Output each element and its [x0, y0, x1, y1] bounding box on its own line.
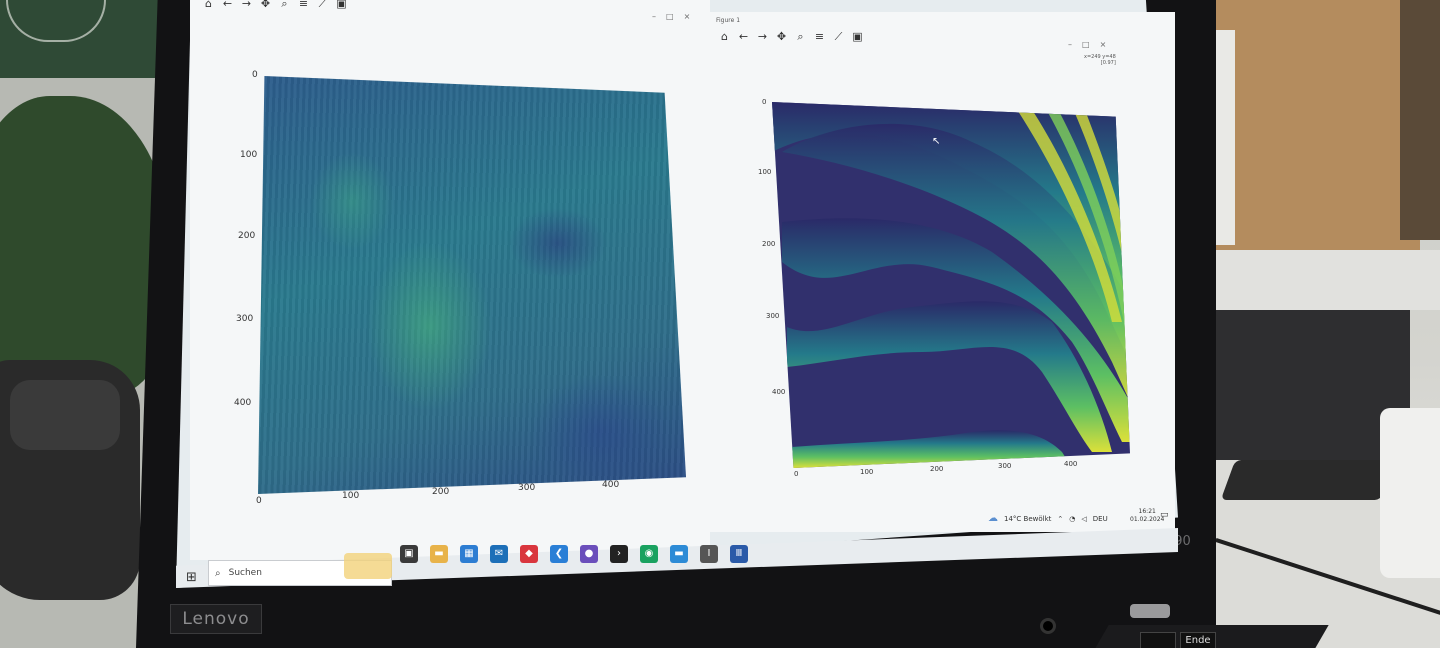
notification-icon[interactable]: ▭ — [1160, 510, 1169, 520]
save-icon[interactable]: ▣ — [851, 30, 864, 43]
edit-axes-icon[interactable]: ⟋ — [316, 0, 329, 10]
taskbar-apps: ▣ ▬ ▦ ✉ ◆ ❮ ● › ◉ ▬ I Ⅲ — [400, 545, 748, 563]
weather-label[interactable]: 14°C Bewölkt — [1004, 515, 1051, 523]
keyboard-key — [1140, 632, 1176, 648]
save-icon[interactable]: ▣ — [335, 0, 348, 10]
strap-buckle — [10, 380, 120, 450]
folder-icon[interactable]: ▬ — [670, 545, 688, 563]
search-label: Suchen — [228, 568, 262, 578]
left-toolbar: ⌂ ← → ✥ ⌕ ≡ ⟋ ▣ — [202, 0, 348, 10]
weather-icon: ☁ — [988, 513, 998, 524]
forward-arrow-icon[interactable]: → — [240, 0, 253, 10]
figure-window-icon[interactable]: Ⅲ — [730, 545, 748, 563]
chalkboard — [0, 0, 170, 78]
pan-icon[interactable]: ✥ — [259, 0, 272, 10]
file-explorer-icon[interactable]: ▬ — [430, 545, 448, 563]
language-indicator[interactable]: DEU — [1093, 515, 1108, 523]
system-tray: ☁ 14°C Bewölkt ⌃ ◔ ◁ DEU — [988, 513, 1108, 524]
laptop-hinge — [1130, 604, 1170, 618]
app-red-icon[interactable]: ◆ — [520, 545, 538, 563]
y-tick-label: 100 — [758, 168, 772, 176]
cursor-coordinate-readout: x=249 y=48 [0.97] — [1084, 54, 1116, 66]
y-tick-label: 300 — [236, 314, 254, 324]
task-view-icon[interactable]: ▣ — [400, 545, 418, 563]
store-icon[interactable]: ▦ — [460, 545, 478, 563]
y-tick-label: 200 — [238, 231, 256, 241]
python-window-icon[interactable]: I — [700, 545, 718, 563]
laptop-brand-logo: Lenovo — [170, 604, 262, 634]
y-tick-label: 100 — [240, 150, 258, 160]
home-icon[interactable]: ⌂ — [718, 30, 731, 43]
github-icon[interactable]: ● — [580, 545, 598, 563]
forward-arrow-icon[interactable]: → — [756, 30, 769, 43]
volume-icon[interactable]: ◁ — [1081, 515, 1086, 523]
y-tick-label: 0 — [252, 70, 258, 80]
x-tick-label: 300 — [998, 462, 1012, 470]
search-highlight-image — [344, 553, 392, 579]
minimize-button[interactable]: – — [1068, 40, 1072, 49]
windows-start-icon[interactable]: ⊞ — [186, 570, 197, 585]
y-tick-label: 400 — [772, 388, 786, 396]
mouse-cursor-icon: ↖ — [932, 136, 941, 147]
close-button[interactable]: × — [1100, 40, 1107, 49]
maximize-button[interactable]: □ — [1082, 40, 1090, 49]
edit-axes-icon[interactable]: ⟋ — [832, 30, 845, 43]
x-tick-label: 200 — [432, 487, 450, 497]
y-tick-label: 200 — [762, 240, 776, 248]
y-tick-label: 300 — [766, 312, 780, 320]
minimize-button[interactable]: – — [652, 12, 656, 21]
home-icon[interactable]: ⌂ — [202, 0, 215, 10]
shelf — [1400, 0, 1440, 240]
photo-scene: Lenovo T490 ⌂ ← → ✥ ⌕ ≡ ⟋ ▣ – □ × 0 100 … — [0, 0, 1440, 648]
white-device — [1380, 408, 1440, 578]
left-image-plot — [258, 76, 686, 494]
x-tick-label: 100 — [342, 491, 360, 501]
network-icon[interactable]: ◔ — [1069, 515, 1075, 523]
desk-surface — [1185, 250, 1440, 310]
right-toolbar: ⌂ ← → ✥ ⌕ ≡ ⟋ ▣ — [718, 30, 864, 43]
configure-subplots-icon[interactable]: ≡ — [297, 0, 310, 10]
search-icon: ⌕ — [215, 567, 221, 579]
x-tick-label: 400 — [602, 480, 620, 490]
right-image-plot — [772, 102, 1130, 468]
x-tick-label: 0 — [256, 496, 262, 506]
right-window-controls: – □ × — [1068, 40, 1106, 49]
y-tick-label: 400 — [234, 398, 252, 408]
x-tick-label: 100 — [860, 468, 874, 476]
phase-map-svg — [772, 102, 1130, 468]
webcam — [1040, 618, 1056, 634]
x-tick-label: 300 — [518, 483, 536, 493]
configure-subplots-icon[interactable]: ≡ — [813, 30, 826, 43]
zoom-icon[interactable]: ⌕ — [278, 0, 291, 10]
vscode-icon[interactable]: ❮ — [550, 545, 568, 563]
chrome-icon[interactable]: ◉ — [640, 545, 658, 563]
tray-arrow-icon[interactable]: ⌃ — [1057, 515, 1063, 523]
mouse-pad — [1220, 460, 1396, 500]
maximize-button[interactable]: □ — [666, 12, 674, 21]
close-button[interactable]: × — [684, 12, 691, 21]
left-window-controls: – □ × — [652, 12, 690, 21]
x-tick-label: 400 — [1064, 460, 1078, 468]
terminal-icon[interactable]: › — [610, 545, 628, 563]
mail-icon[interactable]: ✉ — [490, 545, 508, 563]
window-title: Figure 1 — [716, 17, 741, 24]
x-tick-label: 0 — [794, 470, 799, 478]
chalk-doodle — [6, 0, 106, 42]
zoom-icon[interactable]: ⌕ — [794, 30, 807, 43]
back-arrow-icon[interactable]: ← — [737, 30, 750, 43]
back-arrow-icon[interactable]: ← — [221, 0, 234, 10]
pan-icon[interactable]: ✥ — [775, 30, 788, 43]
keyboard-key-end: Ende — [1180, 632, 1216, 648]
x-tick-label: 200 — [930, 465, 944, 473]
y-tick-label: 0 — [762, 98, 767, 106]
